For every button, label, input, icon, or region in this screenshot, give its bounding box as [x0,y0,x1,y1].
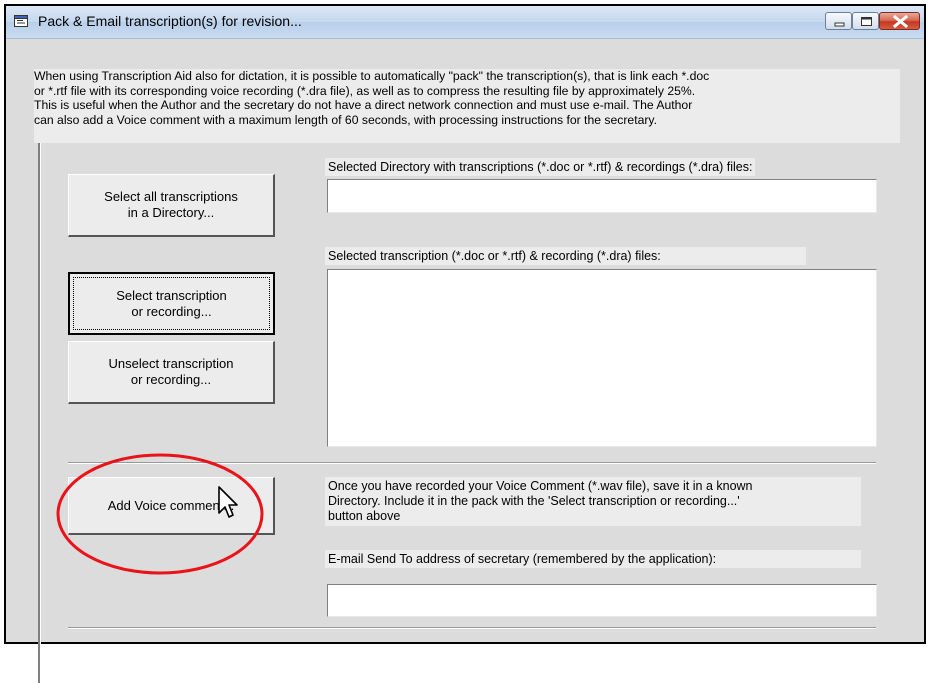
email-field[interactable] [327,584,877,617]
minimize-icon [834,22,845,27]
minimize-button[interactable] [825,12,852,30]
add-voice-comment-button[interactable]: Add Voice comment... [68,477,275,535]
dialog-body: When using Transcription Aid also for di… [6,39,924,683]
directory-field[interactable] [327,179,877,213]
intro-line: This is useful when the Author and the s… [34,98,693,113]
email-label: E-mail Send To address of secretary (rem… [325,550,861,568]
close-icon [892,14,909,29]
note-line: Directory. Include it in the pack with t… [328,494,740,508]
files-label: Selected transcription (*.doc or *.rtf) … [325,247,806,265]
directory-label: Selected Directory with transcriptions (… [325,158,756,176]
section-divider [68,462,876,464]
pack-email-dialog: Pack & Email transcription(s) for revisi… [4,4,926,683]
button-label: Unselect transcription [108,356,234,371]
intro-line: can also add a Voice comment with a maxi… [34,112,657,127]
voice-comment-note: Once you have recorded your Voice Commen… [325,477,861,526]
title-bar[interactable]: Pack & Email transcription(s) for revisi… [6,6,924,39]
unselect-transcription-button[interactable]: Unselect transcription or recording... [68,341,275,404]
note-line: Once you have recorded your Voice Commen… [328,479,753,493]
button-label: or recording... [130,372,212,387]
left-divider [38,143,41,683]
button-label: Select all transcriptions [104,189,238,204]
select-all-transcriptions-button[interactable]: Select all transcriptions in a Directory… [68,174,275,237]
button-label: or recording... [131,303,212,319]
intro-text: When using Transcription Aid also for di… [34,69,900,143]
bottom-divider [68,627,876,629]
button-label: Add Voice comment... [107,497,235,513]
close-button[interactable] [879,12,920,30]
note-line: button above [328,509,401,523]
maximize-button[interactable] [852,12,879,30]
intro-line: or *.rtf file with its corresponding voi… [34,83,696,98]
files-list[interactable] [327,269,877,447]
select-transcription-button[interactable]: Select transcription or recording... [68,272,275,335]
intro-line: When using Transcription Aid also for di… [34,69,710,83]
maximize-icon [861,17,872,26]
button-label: in a Directory... [127,205,215,220]
button-label: Select transcription [116,287,227,303]
app-icon [14,15,28,27]
mouse-pointer-icon [218,486,238,518]
window-title: Pack & Email transcription(s) for revisi… [38,13,302,29]
